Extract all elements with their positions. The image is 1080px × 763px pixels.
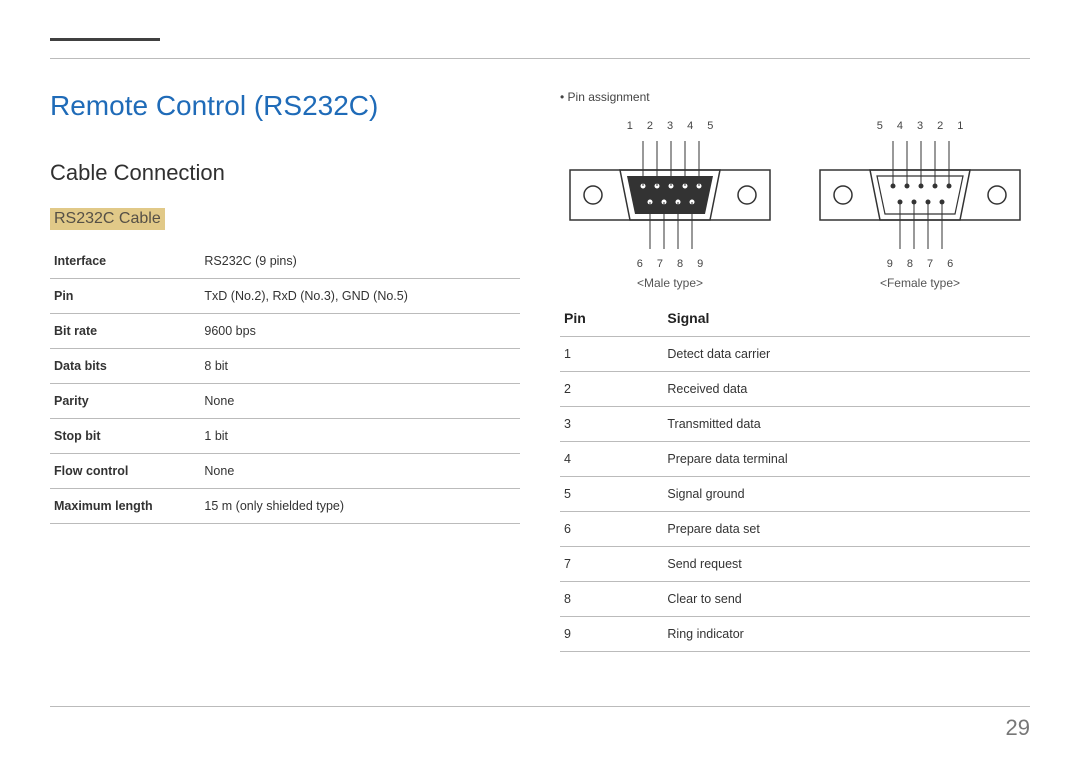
signal-name: Send request [663,547,1030,582]
pin-label: 3 [667,120,673,132]
signal-row: 8Clear to send [560,582,1030,617]
connectors-diagram: 1 2 3 4 5 6 7 8 9 [560,120,1030,290]
subsection-heading: RS232C Cable [50,208,165,230]
section-heading: Cable Connection [50,160,520,186]
signal-row: 7Send request [560,547,1030,582]
signal-name: Clear to send [663,582,1030,617]
pin-label: 7 [657,258,663,270]
signal-row: 6Prepare data set [560,512,1030,547]
spec-table: InterfaceRS232C (9 pins)PinTxD (No.2), R… [50,244,520,524]
db9-male-icon [565,136,775,254]
signal-header-pin: Pin [560,300,663,337]
pin-label: 9 [887,258,893,270]
pin-label: 1 [627,120,633,132]
pin-label: 4 [897,120,903,132]
page-title: Remote Control (RS232C) [50,90,520,122]
right-column: Pin assignment 12345 [560,90,1030,703]
spec-row: InterfaceRS232C (9 pins) [50,244,520,279]
spec-value: 8 bit [200,349,520,384]
signal-name: Transmitted data [663,407,1030,442]
spec-label: Interface [50,244,200,279]
signal-name: Received data [663,372,1030,407]
spec-label: Maximum length [50,489,200,524]
female-connector: 5 4 3 2 1 9 8 7 6 <Female type> [815,120,1025,290]
spec-row: Flow controlNone [50,454,520,489]
spec-label: Bit rate [50,314,200,349]
signal-row: 3Transmitted data [560,407,1030,442]
signal-pin: 6 [560,512,663,547]
signal-name: Prepare data set [663,512,1030,547]
spec-value: 1 bit [200,419,520,454]
spec-value: None [200,384,520,419]
female-caption: <Female type> [880,276,960,290]
signal-name: Signal ground [663,477,1030,512]
signal-name: Detect data carrier [663,337,1030,372]
spec-value: 9600 bps [200,314,520,349]
spec-row: Maximum length15 m (only shielded type) [50,489,520,524]
signal-pin: 3 [560,407,663,442]
spec-value: RS232C (9 pins) [200,244,520,279]
pin-label: 4 [687,120,693,132]
signal-name: Ring indicator [663,617,1030,652]
signal-row: 1Detect data carrier [560,337,1030,372]
spec-row: Data bits8 bit [50,349,520,384]
spec-value: TxD (No.2), RxD (No.3), GND (No.5) [200,279,520,314]
signal-pin: 8 [560,582,663,617]
top-divider [50,58,1030,59]
pin-label: 6 [947,258,953,270]
pin-label: 5 [877,120,883,132]
pin-label: 1 [957,120,963,132]
signal-pin: 2 [560,372,663,407]
pin-label: 6 [637,258,643,270]
pin-label: 8 [677,258,683,270]
header-marker [50,38,160,41]
pin-label: 5 [707,120,713,132]
pin-label: 7 [927,258,933,270]
signal-pin: 5 [560,477,663,512]
spec-row: ParityNone [50,384,520,419]
signal-row: 4Prepare data terminal [560,442,1030,477]
bottom-divider [50,706,1030,707]
pin-assignment-bullet: Pin assignment [560,90,1030,104]
page-body: Remote Control (RS232C) Cable Connection… [50,90,1030,703]
spec-label: Flow control [50,454,200,489]
pin-label: 2 [937,120,943,132]
signal-pin: 7 [560,547,663,582]
db9-female-icon [815,136,1025,254]
spec-label: Data bits [50,349,200,384]
pin-label: 8 [907,258,913,270]
pin-label: 3 [917,120,923,132]
pin-label: 9 [697,258,703,270]
spec-value: 15 m (only shielded type) [200,489,520,524]
signal-pin: 4 [560,442,663,477]
signal-row: 9Ring indicator [560,617,1030,652]
male-connector: 1 2 3 4 5 6 7 8 9 [565,120,775,290]
signal-name: Prepare data terminal [663,442,1030,477]
spec-row: Bit rate9600 bps [50,314,520,349]
signal-pin: 1 [560,337,663,372]
spec-label: Pin [50,279,200,314]
signal-header-signal: Signal [663,300,1030,337]
left-column: Remote Control (RS232C) Cable Connection… [50,90,520,703]
spec-value: None [200,454,520,489]
spec-label: Stop bit [50,419,200,454]
page-number: 29 [1006,715,1030,741]
signal-table: Pin Signal 1Detect data carrier2Received… [560,300,1030,652]
signal-row: 2Received data [560,372,1030,407]
pin-label: 2 [647,120,653,132]
signal-pin: 9 [560,617,663,652]
male-caption: <Male type> [637,276,703,290]
spec-row: Stop bit1 bit [50,419,520,454]
signal-row: 5Signal ground [560,477,1030,512]
spec-label: Parity [50,384,200,419]
spec-row: PinTxD (No.2), RxD (No.3), GND (No.5) [50,279,520,314]
